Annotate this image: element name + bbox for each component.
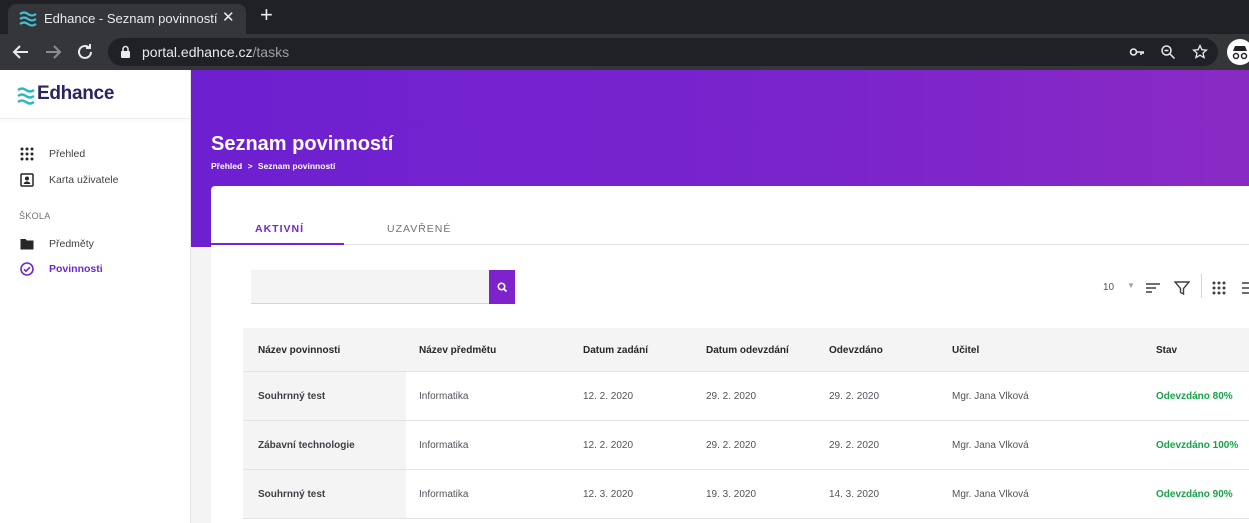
browser-tab-title: Edhance - Seznam povinností — [44, 11, 218, 26]
user-card-icon — [20, 173, 34, 187]
task-name[interactable]: Souhrnný test — [258, 391, 325, 402]
tabs-row: AKTIVNÍ UZAVŘENÉ — [211, 186, 1249, 245]
url-host: portal.edhance.cz — [142, 44, 253, 60]
status-badge: Odevzdáno 100% — [1156, 440, 1239, 451]
url-path: /tasks — [252, 44, 290, 60]
chevron-down-icon: ▼ — [1127, 281, 1135, 290]
grid-view-icon[interactable] — [1211, 280, 1227, 296]
check-circle-icon — [20, 262, 34, 276]
page-title: Seznam povinností — [211, 133, 394, 155]
column-header[interactable]: Stav — [1156, 345, 1177, 356]
search-icon — [497, 282, 508, 293]
sort-icon[interactable] — [1145, 280, 1161, 296]
close-tab-icon[interactable]: ✕ — [222, 10, 235, 26]
breadcrumb: Přehled > Seznam povinností — [211, 161, 335, 171]
assigned-date: 12. 2. 2020 — [583, 391, 634, 402]
active-tab-indicator — [211, 243, 344, 245]
sidebar-divider — [0, 118, 191, 119]
url-text[interactable]: portal.edhance.cz/tasks — [142, 44, 289, 60]
subject-name: Informatika — [419, 489, 469, 500]
forward-arrow-icon[interactable] — [41, 40, 65, 64]
submitted-date: 14. 3. 2020 — [829, 489, 880, 500]
page-size-value: 10 — [1103, 282, 1115, 293]
grid-icon — [20, 147, 34, 161]
logo-text: Edhance — [37, 83, 115, 104]
search-button[interactable] — [489, 270, 515, 304]
filter-icon[interactable] — [1174, 280, 1190, 296]
lock-icon[interactable] — [120, 45, 131, 59]
sidebar-item-predmety[interactable]: Předměty — [0, 234, 190, 256]
sidebar-item-label: Předměty — [49, 238, 94, 250]
table-header: Název povinnosti Název předmětu Datum za… — [243, 328, 1249, 372]
subject-name: Informatika — [419, 440, 469, 451]
tasks-card: AKTIVNÍ UZAVŘENÉ 10 ▼ Název povinnosti N… — [211, 186, 1249, 523]
tab-aktivni[interactable]: AKTIVNÍ — [255, 223, 304, 235]
column-header[interactable]: Odevzdáno — [829, 345, 883, 356]
breadcrumb-separator: > — [247, 161, 253, 171]
folder-icon — [20, 239, 34, 250]
search-input[interactable] — [251, 270, 489, 304]
browser-tab-bar: Edhance - Seznam povinností ✕ + — [0, 0, 1249, 34]
page-size-select[interactable]: 10 ▼ — [1103, 281, 1135, 293]
address-bar[interactable]: portal.edhance.cz/tasks — [108, 38, 1218, 66]
zoom-icon[interactable] — [1160, 44, 1176, 60]
column-header[interactable]: Název předmětu — [419, 345, 496, 356]
teacher-name: Mgr. Jana Vlková — [952, 391, 1029, 402]
edhance-logo-icon — [17, 87, 35, 105]
breadcrumb-current: Seznam povinností — [257, 161, 336, 171]
column-header[interactable]: Název povinnosti — [258, 345, 340, 356]
incognito-glyph-icon — [1232, 46, 1248, 60]
task-name[interactable]: Souhrnný test — [258, 489, 325, 500]
table-row[interactable]: Souhrnný test Informatika 12. 3. 2020 19… — [243, 470, 1249, 519]
new-tab-icon[interactable]: + — [260, 3, 273, 27]
sidebar-item-label: Karta uživatele — [49, 174, 119, 186]
sidebar-item-povinnosti[interactable]: Povinnosti — [0, 259, 190, 281]
browser-toolbar: portal.edhance.cz/tasks — [0, 34, 1249, 70]
assigned-date: 12. 2. 2020 — [583, 440, 634, 451]
reload-icon[interactable] — [73, 40, 97, 64]
table-row[interactable]: Souhrnný test Informatika 12. 2. 2020 29… — [243, 372, 1249, 421]
sidebar-item-label: Povinnosti — [49, 263, 103, 275]
search-box — [251, 270, 515, 304]
tab-uzavrene[interactable]: UZAVŘENÉ — [387, 223, 451, 235]
sidebar: Edhance Přehled Karta uživatele ŠKOLA Př… — [0, 70, 191, 523]
edhance-favicon-icon — [19, 11, 37, 27]
teacher-name: Mgr. Jana Vlková — [952, 489, 1029, 500]
due-date: 29. 2. 2020 — [706, 440, 757, 451]
submitted-date: 29. 2. 2020 — [829, 391, 880, 402]
table-row[interactable]: Zábavní technologie Informatika 12. 2. 2… — [243, 421, 1249, 470]
back-arrow-icon[interactable] — [9, 40, 33, 64]
key-icon[interactable] — [1129, 44, 1145, 60]
column-header[interactable]: Datum zadání — [583, 345, 648, 356]
submitted-date: 29. 2. 2020 — [829, 440, 880, 451]
sidebar-item-prehled[interactable]: Přehled — [0, 144, 190, 166]
status-badge: Odevzdáno 80% — [1156, 391, 1233, 402]
column-header[interactable]: Datum odevzdání — [706, 345, 789, 356]
sidebar-section-label: ŠKOLA — [19, 211, 51, 221]
browser-tab[interactable]: Edhance - Seznam povinností ✕ — [8, 4, 246, 34]
due-date: 19. 3. 2020 — [706, 489, 757, 500]
assigned-date: 12. 3. 2020 — [583, 489, 634, 500]
column-header[interactable]: Učitel — [952, 345, 979, 356]
subject-name: Informatika — [419, 391, 469, 402]
due-date: 29. 2. 2020 — [706, 391, 757, 402]
toolbar-divider — [1201, 274, 1202, 298]
list-view-icon[interactable] — [1241, 280, 1249, 296]
sidebar-item-label: Přehled — [49, 148, 86, 160]
sidebar-item-karta-uzivatele[interactable]: Karta uživatele — [0, 170, 190, 192]
status-badge: Odevzdáno 90% — [1156, 489, 1233, 500]
task-name[interactable]: Zábavní technologie — [258, 440, 355, 451]
star-icon[interactable] — [1192, 44, 1208, 60]
teacher-name: Mgr. Jana Vlková — [952, 440, 1029, 451]
breadcrumb-link-prehled[interactable]: Přehled — [211, 161, 242, 171]
incognito-profile-icon[interactable] — [1227, 39, 1249, 65]
